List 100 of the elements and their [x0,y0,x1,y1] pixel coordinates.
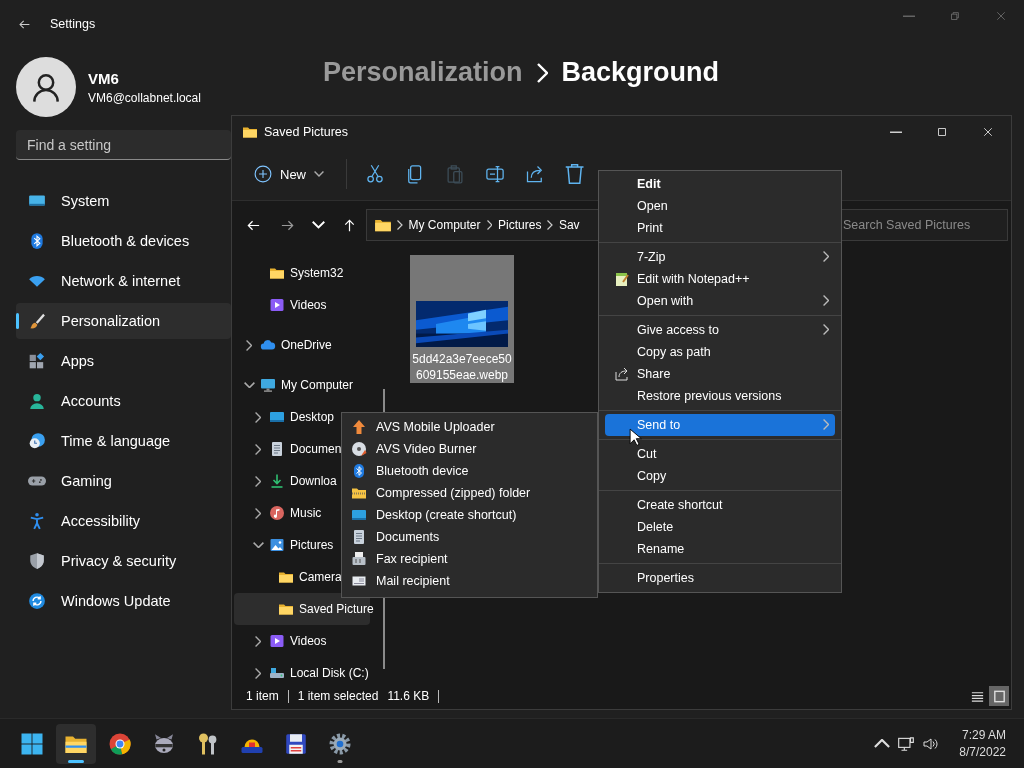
windows-logo-icon [20,731,44,756]
menu-item[interactable]: Create shortcut [605,494,835,516]
monitor-icon [260,377,276,393]
new-button[interactable]: New [246,156,332,192]
tree-item[interactable]: System32 [234,257,370,289]
trash-icon [565,164,585,184]
chevron-right-icon [547,220,553,230]
menu-item[interactable]: Share [605,363,835,385]
menu-item[interactable]: Open with [605,290,835,312]
clock-time[interactable]: 7:29 AM [961,728,1006,742]
desktop-icon [351,507,367,523]
menu-item[interactable]: AVS Video Burner [342,438,597,460]
menu-item[interactable]: Restore previous versions [605,385,835,407]
menu-item[interactable]: Mail recipient [342,570,597,592]
menu-item[interactable]: AVS Mobile Uploader [342,416,597,438]
chevron-right-icon [254,443,261,455]
browser-icon [108,731,132,756]
nav-item[interactable]: Network & internet [16,263,231,299]
menu-item[interactable]: Bluetooth device [342,460,597,482]
cloud-icon [260,337,276,353]
nav-item[interactable]: Apps [16,343,231,379]
nav-item[interactable]: Bluetooth & devices [16,223,231,259]
nav-item[interactable]: Accounts [16,383,231,419]
menu-item[interactable]: Cut [605,443,835,465]
tree-item[interactable]: Local Disk (C:) [234,657,370,689]
volume-icon[interactable] [922,735,939,752]
menu-item[interactable]: Copy as path [605,341,835,363]
nav-item[interactable]: System [16,183,231,219]
clock-icon [28,432,46,450]
chevron-right-icon [254,411,261,423]
nav-item[interactable]: Time & language [16,423,231,459]
menu-item[interactable]: Compressed (zipped) folder [342,482,597,504]
music-icon [269,505,285,521]
menu-item[interactable]: Copy [605,465,835,487]
fax-icon [351,551,367,567]
breadcrumb-item[interactable]: Pictures [497,218,543,232]
menu-item[interactable]: Send to [605,414,835,436]
drive-icon [269,665,285,681]
video-icon [269,297,285,313]
maximize-icon [936,126,948,138]
taskbar-app[interactable] [56,723,96,764]
tiles-view-icon [991,688,1007,704]
active-indicator [68,759,84,763]
menu-item[interactable]: Edit with Notepad++ [605,268,835,290]
chevron-right-icon [822,251,829,262]
menu-item[interactable]: 7-Zip [605,246,835,268]
tiles-view-button[interactable] [989,686,1009,706]
menu-item[interactable]: Properties [605,567,835,589]
menu-item[interactable]: Rename [605,538,835,560]
file-tile[interactable]: 5dd42a3e7eece50 609155eae.webp [410,255,514,383]
accessibility-icon [28,512,46,530]
update-icon [28,592,46,610]
video-icon [269,633,285,649]
chevron-right-icon [822,295,829,306]
breadcrumb-item[interactable]: My Computer [407,218,482,232]
chevron-right-icon [486,220,493,230]
document-icon [269,441,285,457]
user-email: VM6@collabnet.local [88,90,201,105]
nav-item[interactable]: Gaming [16,463,231,499]
menu-item[interactable]: Desktop (create shortcut) [342,504,597,526]
restore-icon [949,10,961,22]
menu-item[interactable]: Documents [342,526,597,548]
nav-item[interactable]: Privacy & security [16,543,231,579]
window-title: Settings [50,17,96,31]
chevron-right-icon [536,62,548,83]
nav-item[interactable]: Accessibility [16,503,231,539]
disc-icon [351,441,367,457]
menu-item[interactable]: Edit [605,173,835,195]
tree-item[interactable]: Videos [234,289,370,321]
nav-item[interactable]: Personalization [16,303,231,339]
menu-item[interactable]: Fax recipient [342,548,597,570]
chevron-down-icon [314,171,324,177]
menu-item[interactable]: Give access to [605,319,835,341]
menu-item[interactable]: Delete [605,516,835,538]
network-icon[interactable] [897,734,916,753]
search-field[interactable]: Find a setting [16,130,231,160]
upload-arrow-icon [351,419,367,435]
chevron-down-icon [243,381,255,389]
file-name: 5dd42a3e7eece50 609155eae.webp [412,351,512,383]
running-indicator [337,759,343,763]
tree-item[interactable]: OneDrive [234,329,370,361]
selection-info: 1 item selected [297,689,379,703]
apps-icon [28,352,46,370]
breadcrumb-item[interactable]: Sav [557,218,581,232]
close-icon [982,126,994,138]
chevron-right-icon [822,419,829,430]
user-name: VM6 [88,69,120,87]
nav-item[interactable]: Windows Update [16,583,231,619]
breadcrumb-link[interactable]: Personalization [323,57,523,88]
download-icon [269,473,285,489]
chevron-up-icon[interactable] [874,739,891,748]
tree-item[interactable]: Videos [234,625,370,657]
person-icon [28,392,46,410]
tree-item[interactable]: My Computer [234,369,370,401]
bluetooth-icon [351,463,367,479]
selection-size: 11.6 KB [387,689,430,703]
clock-date[interactable]: 8/7/2022 [959,745,1006,759]
notepad-icon [614,271,630,287]
window-title: Saved Pictures [264,125,349,139]
clipboard-icon [445,164,465,184]
